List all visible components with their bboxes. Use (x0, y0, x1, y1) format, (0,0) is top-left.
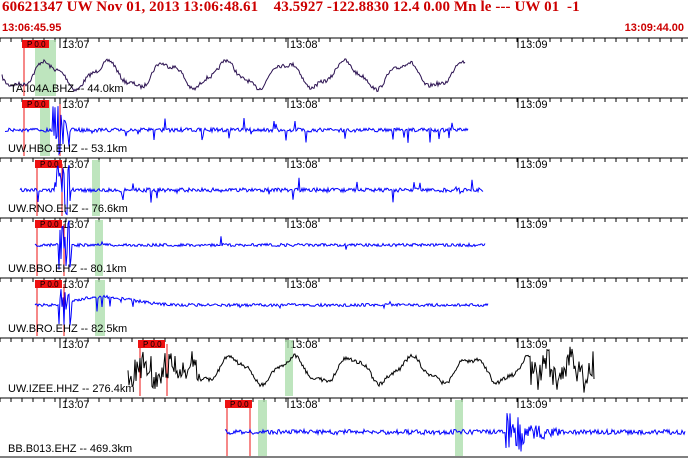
pick-flag-label: P 0.0 (40, 280, 59, 289)
station-label: UW.IZEE.HHZ -- 276.4km (8, 383, 135, 395)
time-tick-label: 13:07 (62, 159, 90, 171)
time-tick-label: 13:07 (62, 339, 90, 351)
pick-flag-label: P 0.0 (40, 220, 59, 229)
pick-flag-label: P 0.0 (230, 400, 249, 409)
time-tick-label: 13:07 (62, 99, 90, 111)
time-tick-label: 13:07 (62, 219, 90, 231)
station-label: TA.I04A.BHZ -- 44.0km (10, 83, 124, 95)
analysis-window (285, 340, 293, 396)
time-tick-label: 13:09 (520, 219, 548, 231)
time-tick-label: 13:09 (520, 99, 548, 111)
analysis-window (455, 400, 463, 456)
station-label: UW.BRO.EHZ -- 82.5km (8, 323, 127, 335)
analysis-window (258, 400, 267, 456)
time-tick-label: 13:09 (520, 399, 548, 411)
pick-flag-label: P 0.0 (27, 40, 46, 49)
time-tick-label: 13:07 (62, 399, 90, 411)
time-tick-label: 13:08 (290, 99, 318, 111)
seismogram-panel: 13:07 13:08 13:09 P 0.0 TA.I04A.BHZ -- 44.0k… (0, 37, 688, 458)
time-tick-label: 13:08 (290, 219, 318, 231)
time-tick-label: 13:09 (520, 279, 548, 291)
time-tick-label: 13:08 (290, 399, 318, 411)
pick-flag-label: P 0.0 (27, 100, 46, 109)
time-tick-label: 13:07 (62, 39, 90, 51)
time-tick-label: 13:08 (290, 339, 318, 351)
station-label: UW.BBO.EHZ -- 80.1km (8, 263, 127, 275)
pick-flag-label: P 0.0 (40, 160, 59, 169)
pick-flag-label: P 0.0 (143, 340, 162, 349)
time-tick-label: 13:08 (290, 159, 318, 171)
time-tick-label: 13:08 (290, 279, 318, 291)
station-label: UW.RNO.EHZ -- 76.6km (8, 203, 128, 215)
station-label: UW.HBO.EHZ -- 53.1km (8, 143, 127, 155)
station-label: BB.B013.EHZ -- 469.3km (8, 443, 132, 455)
time-tick-label: 13:09 (520, 339, 548, 351)
time-tick-label: 13:08 (290, 39, 318, 51)
waveform (127, 346, 595, 393)
time-tick-label: 13:07 (62, 279, 90, 291)
time-tick-label: 13:09 (520, 39, 548, 51)
time-tick-label: 13:09 (520, 159, 548, 171)
